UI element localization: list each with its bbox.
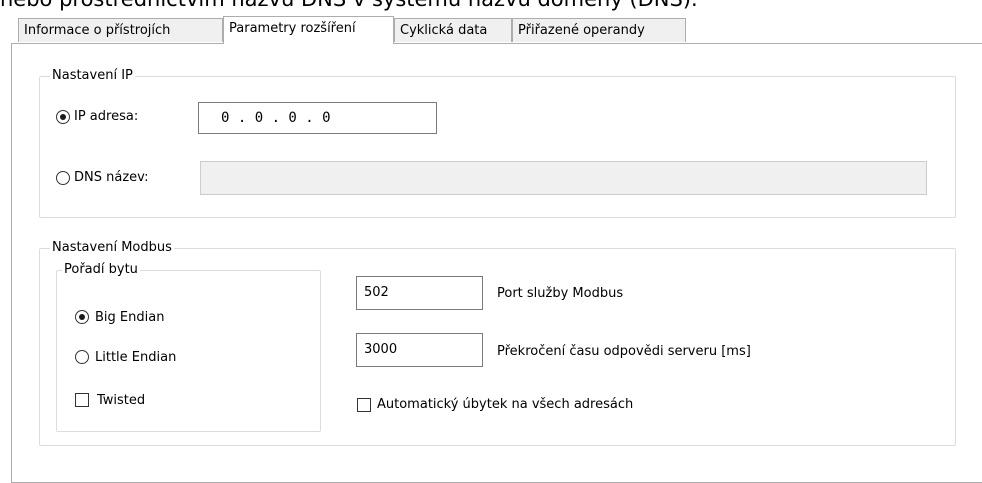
dns-name-label: DNS název:	[74, 170, 149, 185]
little-endian-label: Little Endian	[95, 350, 177, 365]
big-endian-radio[interactable]	[75, 310, 89, 324]
tab-cyclic-data[interactable]: Cyklická data	[394, 18, 512, 42]
modbus-port-label: Port služby Modbus	[497, 286, 624, 301]
big-endian-label: Big Endian	[95, 310, 165, 325]
modbus-port-input[interactable]: 502	[356, 276, 483, 310]
ip-address-label: IP adresa:	[74, 109, 139, 124]
dns-name-radio[interactable]	[56, 171, 70, 185]
dns-name-input[interactable]	[200, 161, 927, 195]
ip-settings-group	[39, 76, 956, 218]
auto-decrement-label: Automatický úbytek na všech adresách	[377, 397, 634, 412]
twisted-label: Twisted	[97, 393, 146, 408]
ip-settings-legend: Nastavení IP	[50, 68, 135, 84]
server-timeout-label: Překročení času odpovědi serveru [ms]	[497, 344, 751, 359]
tab-extension-parameters[interactable]: Parametry rozšíření	[223, 16, 394, 44]
tab-device-info[interactable]: Informace o přístrojích	[18, 18, 223, 42]
auto-decrement-checkbox[interactable]	[357, 398, 371, 412]
ip-address-radio[interactable]	[56, 110, 70, 124]
little-endian-radio[interactable]	[75, 350, 89, 364]
tab-assigned-operands[interactable]: Přiřazené operandy	[512, 18, 686, 42]
twisted-checkbox[interactable]	[75, 393, 89, 407]
server-timeout-input[interactable]: 3000	[356, 333, 483, 367]
ip-address-input[interactable]: 0 . 0 . 0 . 0	[198, 102, 437, 134]
modbus-settings-legend: Nastavení Modbus	[50, 240, 174, 256]
byte-order-legend: Pořadí bytu	[62, 262, 140, 278]
help-text-line: nebo prostřednictvím názvu DNS v systému…	[0, 0, 982, 12]
